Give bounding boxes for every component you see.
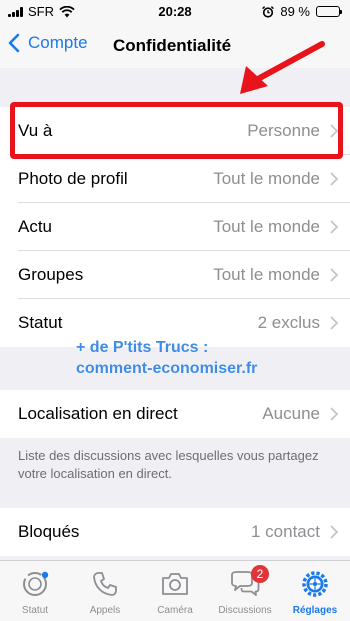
phone-icon (70, 569, 140, 599)
watermark-overlay: + de P'tits Trucs : comment-economiser.f… (76, 337, 257, 379)
annotation-arrow-icon (240, 41, 325, 94)
battery-percent: 89 % (280, 4, 310, 19)
row-value: 2 exclus (257, 313, 320, 332)
status-ring-icon (0, 569, 70, 599)
row-value: 1 contact (251, 522, 320, 541)
live-location-row[interactable]: Localisation en direct Aucune (0, 390, 350, 438)
privacy-row-groups[interactable]: Groupes Tout le monde (0, 251, 350, 299)
tab-chats[interactable]: 2 Discussions (210, 565, 280, 616)
tab-label: Caméra (157, 605, 193, 616)
tab-camera[interactable]: Caméra (140, 569, 210, 616)
status-right: 89 % (262, 4, 342, 19)
row-label: Bloqués (18, 522, 80, 541)
watermark-line-2: comment-economiser.fr (76, 360, 258, 377)
privacy-row-about[interactable]: Actu Tout le monde (0, 203, 350, 251)
chevron-right-icon (330, 407, 338, 421)
row-label: Localisation en direct (18, 404, 178, 423)
row-value: Aucune (262, 404, 320, 423)
row-label: Actu (18, 217, 53, 236)
alarm-icon (262, 5, 275, 18)
tab-label: Appels (89, 605, 121, 616)
row-value: Tout le monde (213, 217, 320, 236)
row-label: Groupes (18, 265, 84, 284)
blocked-contacts-row[interactable]: Bloqués 1 contact (0, 508, 350, 556)
tab-status[interactable]: Statut (0, 569, 70, 616)
tab-calls[interactable]: Appels (70, 569, 140, 616)
status-bar: SFR 20:28 89 % (0, 0, 350, 24)
chevron-right-icon (330, 172, 338, 186)
tab-bar: Statut Appels Caméra 2 Discussions Régla… (0, 560, 350, 621)
tab-settings[interactable]: Réglages (280, 569, 350, 616)
gear-icon (280, 569, 350, 599)
chat-bubbles-icon: 2 (210, 565, 280, 599)
row-label: Statut (18, 313, 63, 332)
back-button[interactable]: Compte (8, 33, 88, 53)
camera-icon (140, 569, 210, 599)
highlight-box (10, 102, 343, 159)
back-label: Compte (28, 33, 88, 52)
privacy-row-profile-photo[interactable]: Photo de profil Tout le monde (0, 155, 350, 203)
page-title: Confidentialité (113, 36, 232, 55)
tab-label: Réglages (292, 605, 338, 616)
chevron-left-icon (8, 33, 20, 53)
row-label: Photo de profil (18, 169, 128, 188)
row-value: Tout le monde (213, 265, 320, 284)
chevron-right-icon (330, 220, 338, 234)
tab-label: Statut (21, 605, 49, 616)
unread-badge: 2 (251, 565, 269, 583)
chevron-right-icon (330, 268, 338, 282)
row-value: Tout le monde (213, 169, 320, 188)
battery-icon (316, 6, 342, 17)
chevron-right-icon (330, 316, 338, 330)
tab-label: Discussions (218, 605, 272, 616)
live-location-footnote: Liste des discussions avec lesquelles vo… (18, 448, 319, 481)
chevron-right-icon (330, 525, 338, 539)
watermark-line-1: + de P'tits Trucs : (76, 339, 209, 356)
